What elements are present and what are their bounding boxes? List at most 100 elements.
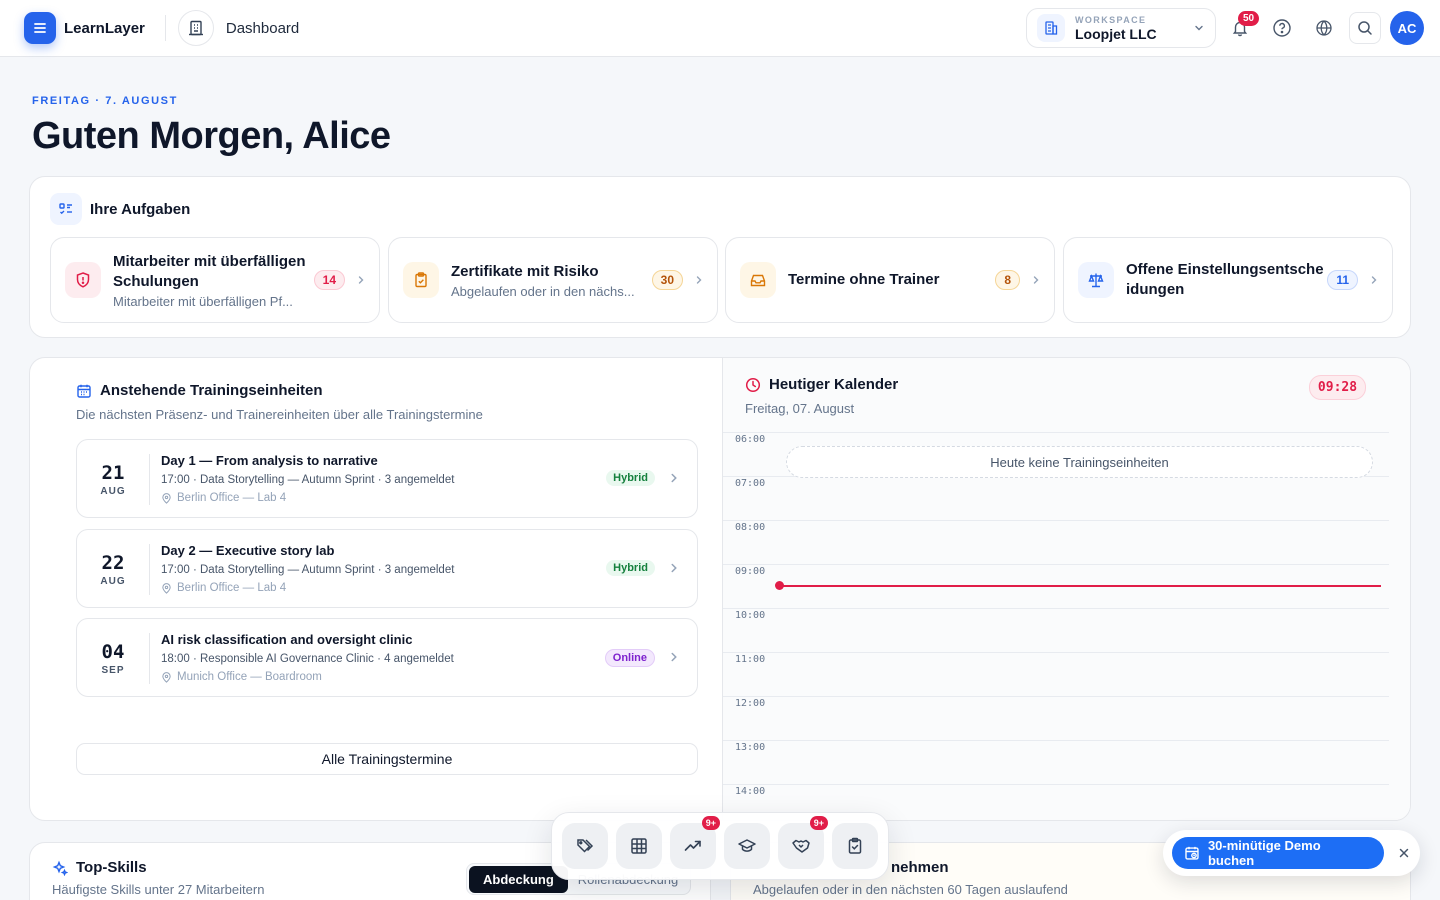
session-date: 21 AUG (77, 440, 149, 519)
breadcrumb[interactable]: Dashboard (226, 20, 299, 37)
task-sessions-without-trainer[interactable]: Termine ohne Trainer 8 (725, 237, 1055, 323)
session-location: Munich Office — Boardroom (161, 671, 322, 683)
session-location-label: Munich Office — Boardroom (177, 671, 322, 683)
top-skills-title: Top-Skills (76, 859, 147, 876)
dock-badge: 9+ (701, 816, 720, 830)
chevron-right-icon (1371, 276, 1377, 284)
hour-row: 08:00 (723, 520, 1389, 564)
clock-icon (745, 377, 761, 392)
chevron-right-icon (696, 276, 702, 284)
book-demo-label: 30-minütige Demo buchen (1207, 838, 1321, 868)
current-time-dot (775, 581, 784, 590)
hour-row: 11:00 (723, 652, 1389, 696)
task-open-hiring-decisions[interactable]: Offene Einstellungsentscheidungen 11 (1063, 237, 1393, 323)
session-item[interactable]: 22 AUG Day 2 — Executive story lab 17:00… (76, 529, 698, 608)
dock-tags-button[interactable] (562, 823, 608, 869)
search-button[interactable] (1349, 12, 1381, 44)
session-item[interactable]: 04 SEP AI risk classification and oversi… (76, 618, 698, 697)
session-day: 04 (101, 641, 125, 663)
chevron-right-icon (671, 473, 677, 483)
quick-action-dock: 9+ 9+ (551, 812, 889, 880)
session-meta: 18:00 · Responsible AI Governance Clinic… (161, 653, 454, 665)
session-day: 22 (101, 552, 125, 574)
dock-badge: 9+ (809, 816, 828, 830)
hour-label: 13:00 (735, 742, 766, 753)
all-sessions-button[interactable]: Alle Trainingstermine (76, 743, 698, 775)
dock-trends-button[interactable]: 9+ (670, 816, 720, 869)
session-title: Day 2 — Executive story lab (161, 543, 335, 558)
session-location: Berlin Office — Lab 4 (161, 492, 286, 504)
close-icon[interactable] (1398, 847, 1410, 859)
session-location: Berlin Office — Lab 4 (161, 582, 286, 594)
tasks-title: Ihre Aufgaben (90, 200, 191, 218)
calendar-grid[interactable]: 06:00 07:00 08:00 09:00 10:00 11:00 12:0… (723, 432, 1389, 820)
hour-row: 10:00 (723, 608, 1389, 652)
tasks-header: Ihre Aufgaben (50, 193, 190, 225)
empty-state: Heute keine Trainingseinheiten (786, 446, 1373, 478)
language-button[interactable] (1308, 12, 1340, 44)
hour-label: 12:00 (735, 698, 766, 709)
workspace-name: Loopjet LLC (1075, 25, 1157, 42)
session-item[interactable]: 21 AUG Day 1 — From analysis to narrativ… (76, 439, 698, 518)
tags-icon (577, 839, 594, 853)
sessions-card: Anstehende Trainingseinheiten Die nächst… (29, 357, 1411, 821)
hour-row: 07:00 (723, 476, 1389, 520)
session-location-label: Berlin Office — Lab 4 (177, 582, 287, 594)
top-skills-subtitle: Häufigste Skills unter 27 Mitarbeitern (52, 882, 265, 897)
tasks-card: Ihre Aufgaben Mitarbeiter mit überfällig… (29, 176, 1411, 338)
help-button[interactable] (1266, 12, 1298, 44)
chevron-right-icon (671, 563, 677, 573)
session-date: 04 SEP (77, 619, 149, 698)
search-icon (1358, 21, 1372, 35)
chevron-right-icon (358, 276, 364, 284)
session-title: AI risk classification and oversight cli… (161, 632, 413, 647)
dock-learning-button[interactable] (724, 823, 770, 869)
hour-label: 07:00 (735, 478, 766, 489)
expiring-title: nehmen (891, 859, 949, 876)
header-divider (164, 15, 166, 41)
grid-icon (631, 838, 647, 854)
task-title: Zertifikate mit Risiko (451, 262, 599, 280)
upcoming-subtitle: Die nächsten Präsenz- und Trainereinheit… (76, 407, 483, 422)
task-overdue-trainings[interactable]: Mitarbeiter mit überfälligen Schulungen … (50, 237, 380, 323)
session-mode-badge: Hybrid (606, 470, 655, 486)
current-time-line (780, 585, 1381, 587)
book-demo-button[interactable]: 30-minütige Demo buchen (1172, 837, 1385, 869)
upcoming-header: Anstehende Trainingseinheiten (76, 382, 323, 399)
session-month: AUG (100, 486, 126, 497)
building-icon[interactable] (177, 10, 214, 46)
clipboard-check-icon (403, 262, 439, 298)
task-count-badge: 30 (651, 270, 683, 290)
calendar-title: Heutiger Kalender (769, 376, 899, 393)
session-mode-badge: Online (604, 649, 655, 667)
dock-grid-button[interactable] (616, 823, 662, 869)
hour-label: 06:00 (735, 434, 766, 445)
notifications-button[interactable]: 50 (1224, 11, 1260, 44)
dock-partners-button[interactable]: 9+ (778, 816, 828, 869)
avatar[interactable]: AC (1390, 11, 1424, 45)
calendar-date: Freitag, 07. August (745, 401, 855, 416)
session-mode-badge: Hybrid (606, 560, 655, 576)
today-calendar-panel: Heutiger Kalender Freitag, 07. August 09… (722, 358, 1410, 820)
dock-tasks-button[interactable] (832, 823, 878, 869)
workspace-switcher[interactable]: WORKSPACE Loopjet LLC (1026, 8, 1216, 48)
upcoming-sessions-panel: Anstehende Trainingseinheiten Die nächst… (30, 358, 722, 820)
session-location-label: Berlin Office — Lab 4 (177, 492, 287, 504)
task-subtitle: Mitarbeiter mit überfälligen Pf... (113, 293, 293, 309)
app-logo[interactable] (24, 12, 56, 44)
hour-label: 09:00 (735, 566, 766, 577)
hour-label: 14:00 (735, 786, 766, 797)
task-certificates-at-risk[interactable]: Zertifikate mit Risiko Abgelaufen oder i… (388, 237, 718, 323)
graduation-cap-icon (738, 839, 756, 852)
scale-icon (1078, 262, 1114, 298)
globe-icon (1316, 20, 1332, 36)
list-checks-icon (50, 193, 82, 225)
map-pin-icon (162, 492, 171, 504)
building-icon (1037, 14, 1065, 42)
calendar-icon (77, 384, 91, 398)
task-subtitle: Abgelaufen oder in den nächs... (451, 283, 635, 299)
sparkles-icon (52, 860, 68, 876)
hour-label: 10:00 (735, 610, 766, 621)
session-month: SEP (101, 665, 125, 676)
inbox-icon (740, 262, 776, 298)
